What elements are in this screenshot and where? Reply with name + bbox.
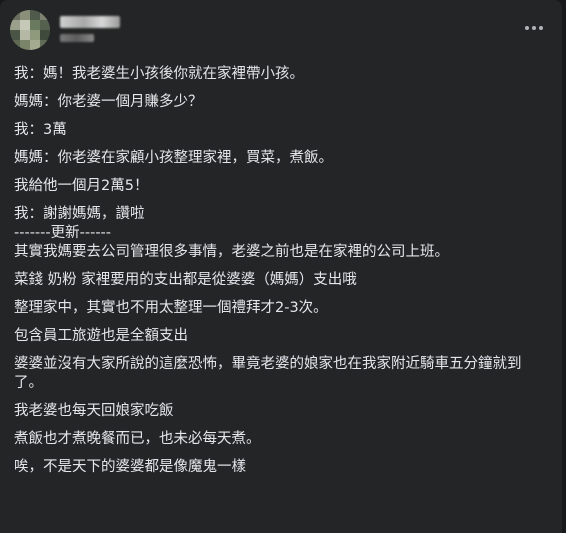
- post-line: 煮飯也才煮晚餐而已，也未必每天煮。: [14, 431, 261, 447]
- post-line: 整理家中，其實也不用太整理一個禮拜才2-3次。: [14, 300, 328, 316]
- post-line: 菜錢 奶粉 家裡要用的支出都是從婆婆（媽媽）支出哦: [14, 272, 357, 288]
- post-time-redacted: [60, 34, 94, 42]
- post-line: 我給他一個月2萬5！: [14, 178, 149, 194]
- post-line: 我：3萬: [14, 122, 67, 138]
- post-card: 我：媽！我老婆生小孩後你就在家裡帶小孩。 媽媽：你老婆一個月賺多少？ 我：3萬 …: [0, 0, 562, 533]
- post-line: 婆婆並沒有大家所說的這麼恐怖，畢竟老婆的娘家也在我家附近騎車五分鐘就到了。: [14, 356, 522, 391]
- avatar[interactable]: [10, 10, 50, 50]
- post-text: 我：媽！我老婆生小孩後你就在家裡帶小孩。 媽媽：你老婆一個月賺多少？ 我：3萬 …: [14, 65, 544, 486]
- post-line: 我老婆也每天回娘家吃飯: [14, 403, 174, 419]
- post-line: 包含員工旅遊也是全額支出: [14, 328, 188, 344]
- post-line: 唉，不是天下的婆婆都是像魔鬼一樣: [14, 459, 246, 475]
- post-line: -------更新------: [14, 225, 112, 241]
- more-options-button[interactable]: [516, 10, 552, 46]
- post-line: 媽媽：你老婆在家顧小孩整理家裡，買菜，煮飯。: [14, 150, 333, 166]
- more-options-icon-dot: [532, 26, 536, 30]
- post-line: 媽媽：你老婆一個月賺多少？: [14, 94, 203, 110]
- post-line: 其實我媽要去公司管理很多事情，老婆之前也是在家裡的公司上班。: [14, 244, 449, 260]
- more-options-icon: [525, 26, 529, 30]
- more-options-icon-dot: [539, 26, 543, 30]
- post-line: 我：謝謝媽媽，讚啦: [14, 206, 145, 222]
- post-header: [10, 10, 550, 50]
- author-name-redacted[interactable]: [60, 16, 120, 28]
- post-line: 我：媽！我老婆生小孩後你就在家裡帶小孩。: [14, 66, 304, 82]
